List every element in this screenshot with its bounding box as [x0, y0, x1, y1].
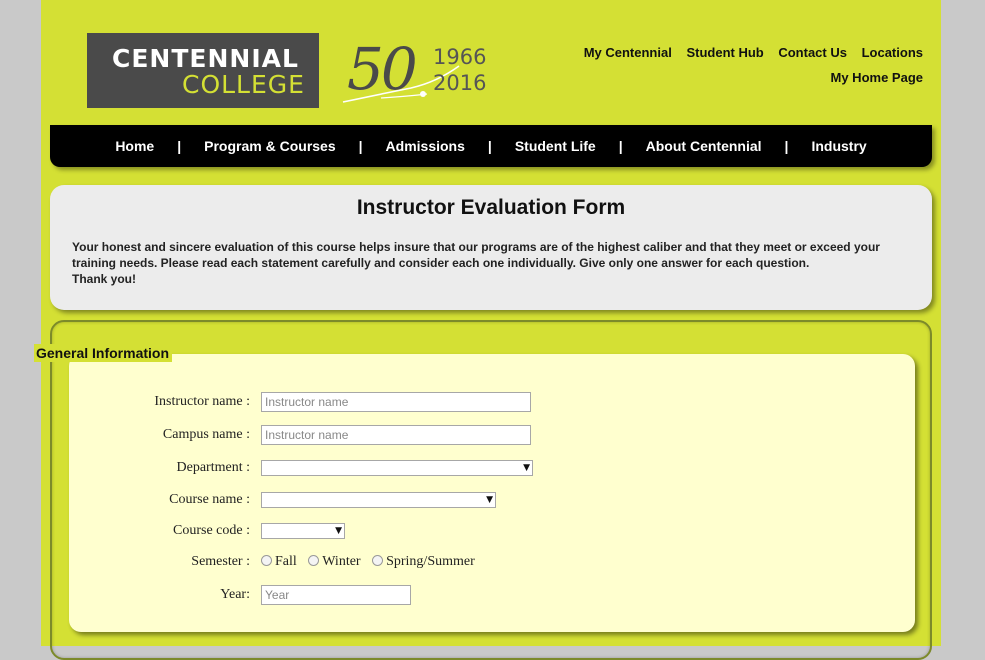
department-row: Department : ▼: [41, 460, 533, 476]
instructor-row: Instructor name : Instructor name: [41, 392, 531, 412]
campus-row: Campus name : Instructor name: [41, 425, 531, 445]
anniversary-end: 2016: [433, 71, 487, 95]
course-code-row: Course code : ▼: [41, 523, 345, 539]
radio-spring-summer[interactable]: [372, 555, 384, 566]
intro-text: Your honest and sincere evaluation of th…: [72, 240, 880, 270]
link-my-centennial[interactable]: My Centennial: [584, 45, 672, 60]
radio-spring-summer-label: Spring/Summer: [386, 554, 475, 569]
fieldset-legend: General Information: [34, 344, 173, 362]
link-contact-us[interactable]: Contact Us: [778, 45, 847, 60]
intro-thanks: Thank you!: [72, 272, 137, 286]
nav-item-industry[interactable]: Industry: [811, 138, 866, 154]
page-title: Instructor Evaluation Form: [356, 196, 626, 219]
nav-item-about[interactable]: About Centennial: [646, 138, 762, 154]
nav-separator: |: [784, 138, 789, 154]
nav-separator: |: [487, 138, 492, 154]
campus-name-input[interactable]: Instructor name: [261, 425, 531, 445]
radio-winter-label: Winter: [322, 554, 361, 569]
course-name-label: Course name :: [169, 492, 250, 507]
anniversary-start: 1966: [433, 45, 487, 69]
year-input[interactable]: Year: [261, 585, 411, 605]
campus-label: Campus name :: [162, 427, 250, 442]
course-code-label: Course code :: [173, 523, 250, 538]
college-logo[interactable]: CENTENNIAL COLLEGE: [87, 33, 319, 108]
instructor-name-input[interactable]: Instructor name: [261, 392, 531, 412]
top-links: My Centennial Student Hub Contact Us Loc…: [573, 45, 923, 85]
form-section: [50, 320, 932, 660]
main-nav: Home | Program & Courses | Admissions | …: [50, 125, 932, 167]
department-select[interactable]: ▼: [261, 460, 533, 476]
radio-fall-label: Fall: [275, 554, 297, 569]
anniversary-logo: 50 1966 2016: [341, 36, 491, 106]
logo-line1: CENTENNIAL: [112, 44, 299, 73]
anniversary-years: 1966 2016: [433, 44, 486, 96]
semester-radio-group: Fall Winter Spring/Summer: [261, 554, 483, 570]
semester-option-spring-summer[interactable]: Spring/Summer: [372, 554, 475, 569]
chevron-down-icon: ▼: [335, 526, 342, 536]
semester-label: Semester :: [191, 554, 250, 569]
nav-separator: |: [358, 138, 363, 154]
radio-fall[interactable]: [261, 555, 272, 566]
department-label: Department :: [176, 460, 250, 475]
page: CENTENNIAL COLLEGE 50 1966 2016 My Cente…: [41, 0, 941, 660]
semester-row: Semester : Fall Winter Spring/Summer: [41, 554, 483, 570]
intro-description: Your honest and sincere evaluation of th…: [72, 239, 910, 287]
course-name-row: Course name : ▼: [41, 492, 496, 508]
link-locations[interactable]: Locations: [862, 45, 923, 60]
nav-separator: |: [618, 138, 623, 154]
course-name-select[interactable]: ▼: [261, 492, 496, 508]
intro-panel: Instructor Evaluation Form Your honest a…: [50, 185, 932, 310]
chevron-down-icon: ▼: [523, 463, 530, 473]
nav-item-programs[interactable]: Program & Courses: [204, 138, 335, 154]
radio-winter[interactable]: [308, 555, 320, 566]
nav-item-home[interactable]: Home: [115, 138, 154, 154]
year-row: Year: Year: [41, 585, 411, 605]
semester-option-fall[interactable]: Fall: [261, 554, 297, 569]
nav-separator: |: [177, 138, 182, 154]
nav-item-student-life[interactable]: Student Life: [515, 138, 596, 154]
link-my-home-page[interactable]: My Home Page: [831, 70, 923, 85]
logo-line2: COLLEGE: [182, 70, 305, 99]
nav-item-admissions[interactable]: Admissions: [386, 138, 465, 154]
link-student-hub[interactable]: Student Hub: [686, 45, 763, 60]
course-code-select[interactable]: ▼: [261, 523, 345, 539]
instructor-label: Instructor name :: [154, 394, 250, 409]
semester-option-winter[interactable]: Winter: [308, 554, 361, 569]
chevron-down-icon: ▼: [486, 495, 493, 505]
year-label: Year:: [220, 587, 250, 602]
anniversary-number: 50: [347, 35, 418, 103]
